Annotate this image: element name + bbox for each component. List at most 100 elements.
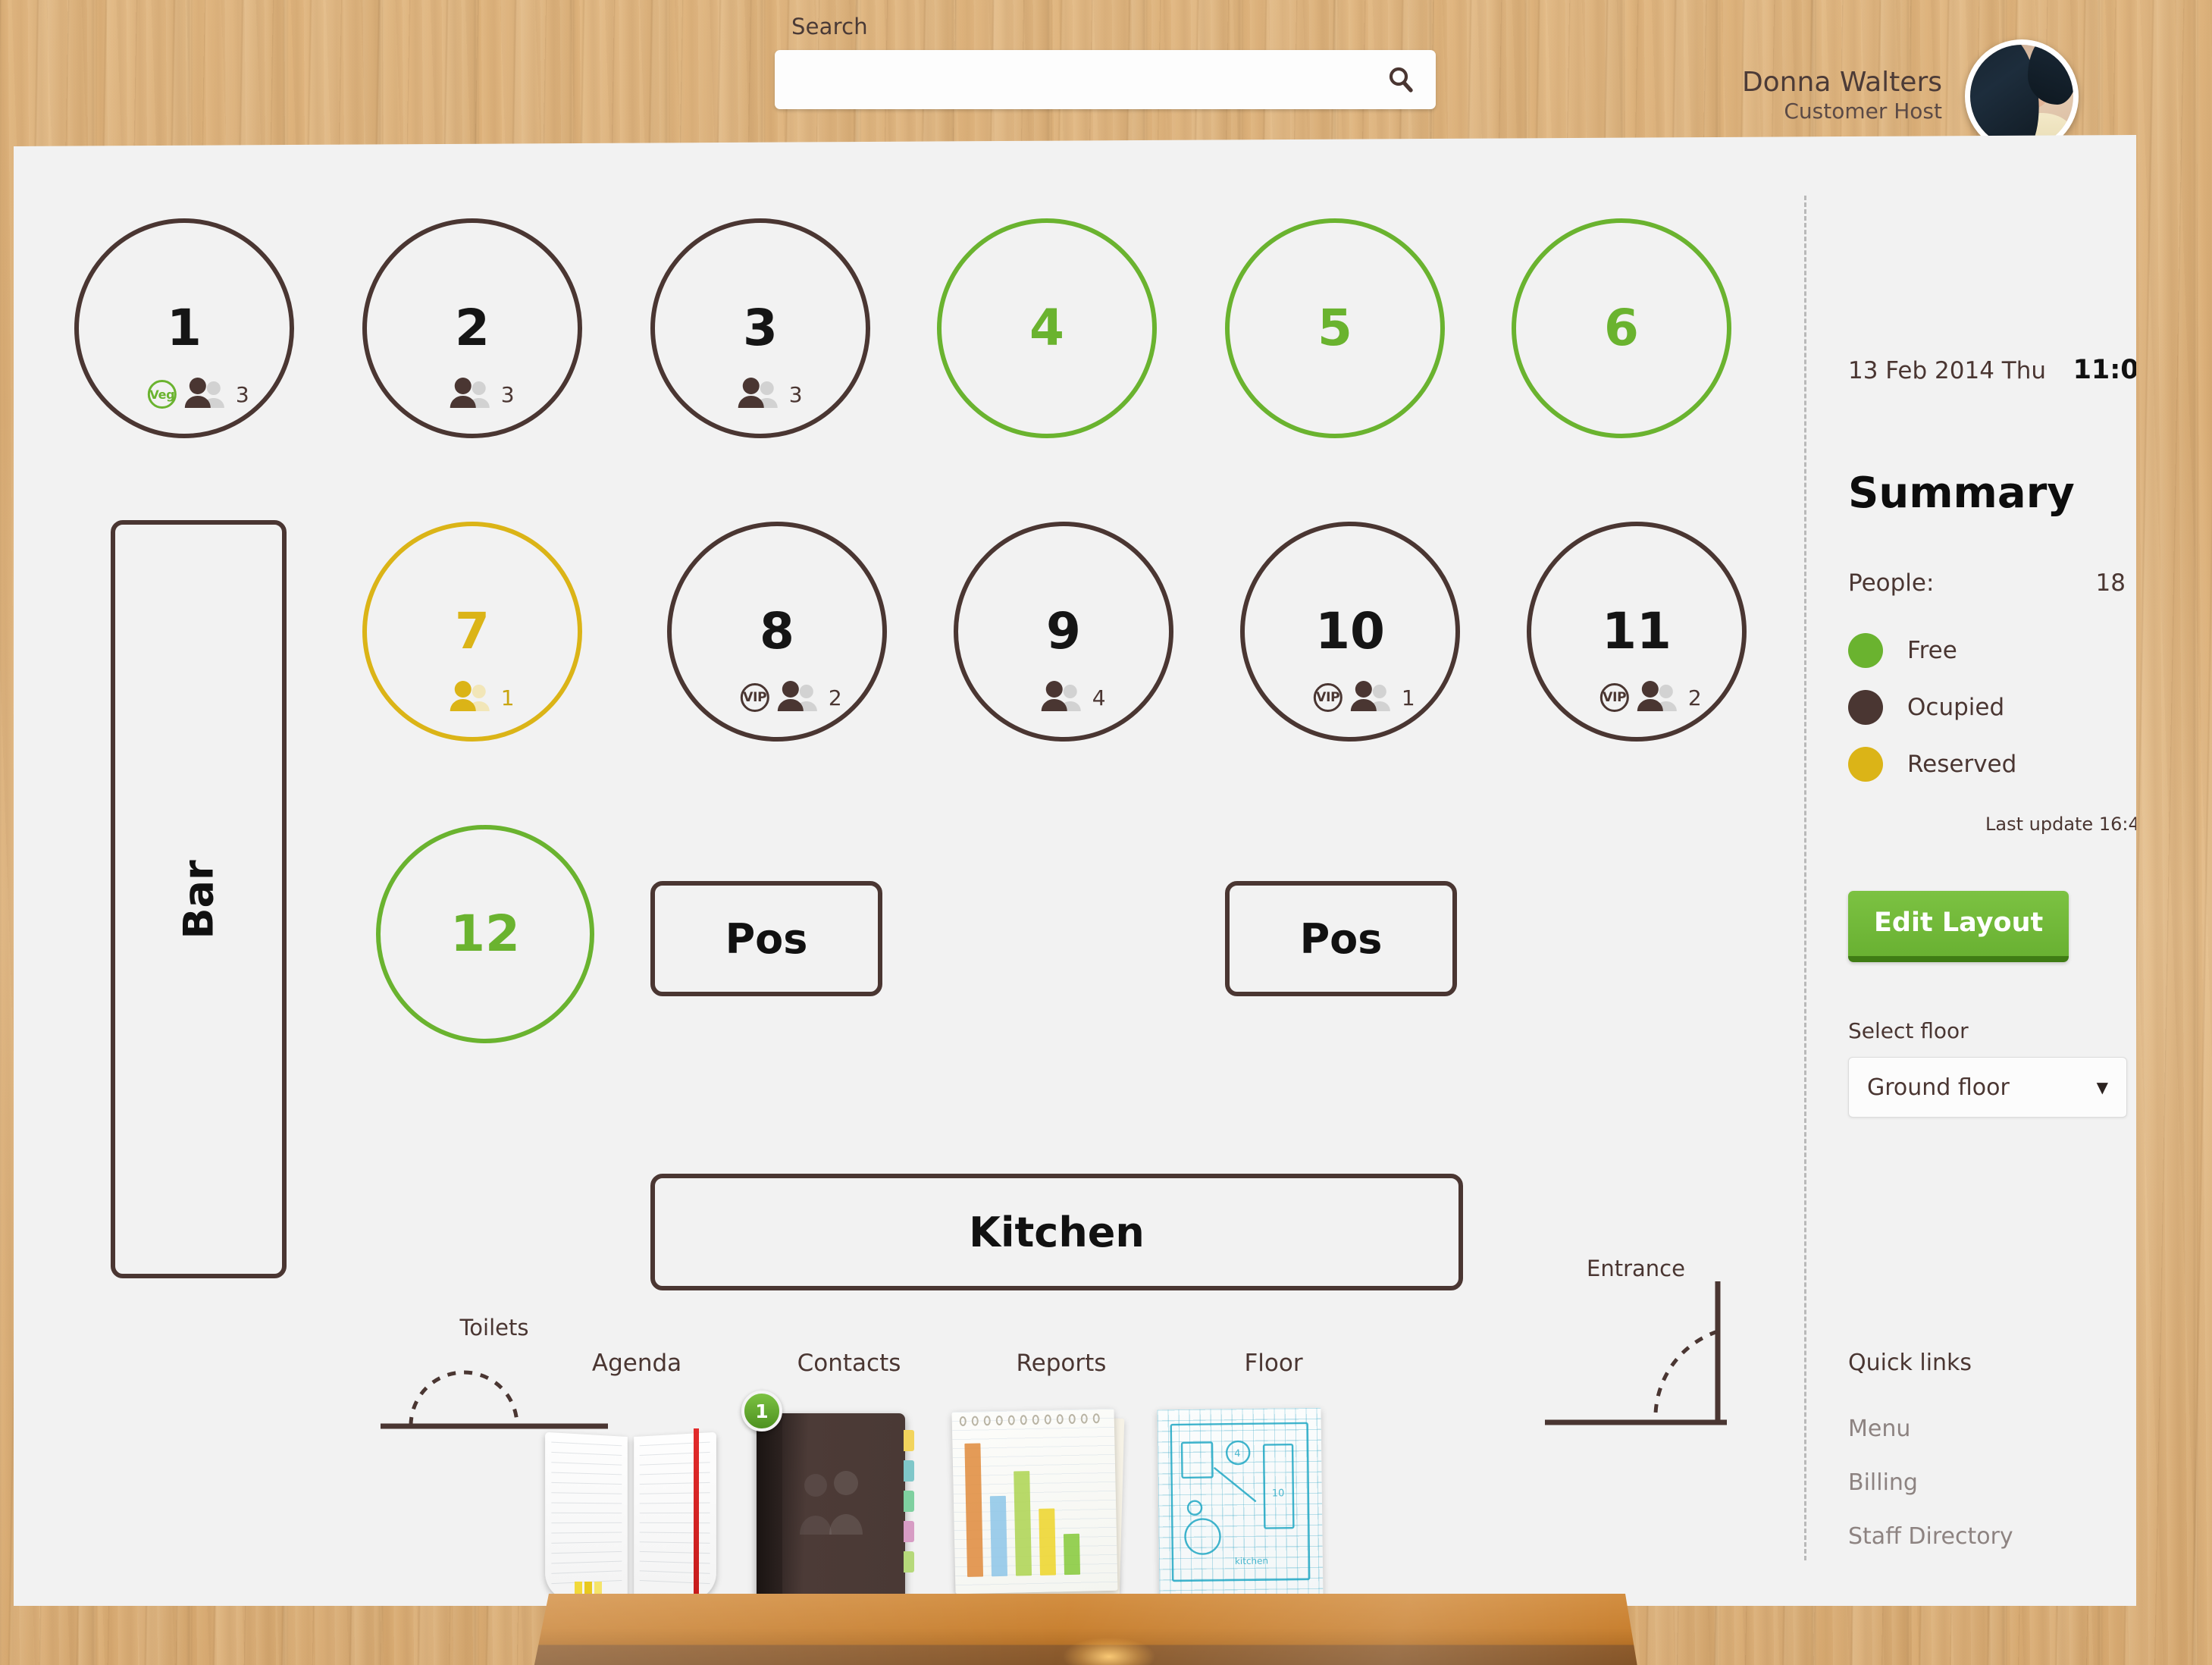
pos-right[interactable]: Pos	[1225, 881, 1457, 996]
table-occupancy: Veg 3	[147, 378, 249, 411]
table-occupancy: 3	[737, 378, 803, 411]
table-10[interactable]: 10 VIP 1	[1240, 522, 1460, 742]
dock-label-contacts: Contacts	[797, 1350, 901, 1377]
people-icon	[183, 378, 227, 411]
table-3[interactable]: 3 3	[650, 218, 870, 438]
quick-link-staff-directory[interactable]: Staff Directory	[1848, 1523, 2136, 1550]
dock-item-floor[interactable]: kitchen 4 10	[1157, 1407, 1324, 1601]
summary-sidebar: 13 Feb 2014 Thu 11:09 Summary People: 18…	[1848, 355, 2157, 1550]
floor-sketch-drawing: kitchen 4 10	[1170, 1422, 1311, 1582]
app-background: Search Donna Walters Customer Host 1 Veg…	[0, 0, 2212, 1665]
current-time: 11:09	[2073, 355, 2157, 385]
last-update: Last update 16:45	[1985, 814, 2151, 835]
legend-item-free: Free	[1848, 633, 2136, 668]
table-number: 12	[450, 905, 520, 963]
user-text: Donna Walters Customer Host	[1742, 67, 1942, 126]
pos-label: Pos	[1299, 914, 1383, 963]
search-area: Search	[775, 14, 1442, 109]
veg-badge: Veg	[147, 380, 177, 409]
search-label: Search	[791, 14, 868, 39]
legend-dot-free	[1848, 633, 1883, 668]
table-1[interactable]: 1 Veg 3	[74, 218, 294, 438]
edit-layout-button[interactable]: Edit Layout	[1848, 891, 2069, 962]
floor-select[interactable]: Ground floor ▼	[1848, 1057, 2127, 1118]
vip-badge: VIP	[1313, 683, 1343, 712]
legend-label: Ocupied	[1907, 694, 2005, 721]
pos-left[interactable]: Pos	[650, 881, 882, 996]
contacts-badge: 1	[741, 1391, 782, 1431]
legend-label: Reserved	[1907, 751, 2017, 778]
occupancy-count: 3	[788, 381, 803, 407]
table-5[interactable]: 5	[1225, 218, 1445, 438]
floor-select-value: Ground floor	[1867, 1074, 2010, 1101]
dock-item-agenda[interactable]	[545, 1428, 716, 1607]
legend-item-reserved: Reserved	[1848, 747, 2136, 782]
vip-badge: VIP	[740, 683, 769, 712]
dock-item-contacts[interactable]: 1	[741, 1391, 914, 1608]
chart-paper-icon	[951, 1408, 1118, 1594]
people-icon	[1040, 681, 1084, 714]
quick-link-menu[interactable]: Menu	[1848, 1416, 2136, 1442]
open-book-icon	[545, 1431, 628, 1603]
table-number: 1	[167, 299, 202, 357]
table-9[interactable]: 9 4	[954, 522, 1173, 742]
occupancy-count: 3	[235, 381, 249, 407]
dock: Agenda Contacts Reports Floor 1 kitchen …	[531, 1350, 1683, 1665]
pos-label: Pos	[725, 914, 808, 963]
table-occupancy: 1	[449, 681, 515, 714]
vip-badge: VIP	[1599, 683, 1629, 712]
kitchen-area[interactable]: Kitchen	[650, 1174, 1463, 1290]
chart-bars-icon	[964, 1438, 1081, 1577]
search-icon[interactable]	[1386, 64, 1416, 98]
svg-text:4: 4	[1234, 1448, 1240, 1460]
table-12[interactable]: 12	[376, 825, 594, 1043]
avatar-hair-right	[2028, 45, 2073, 105]
people-icon	[1349, 681, 1393, 714]
legend-dot-occupied	[1848, 690, 1883, 725]
bar-area[interactable]: Bar	[111, 520, 287, 1278]
occupancy-count: 2	[1687, 685, 1702, 710]
svg-text:10: 10	[1272, 1488, 1285, 1499]
entrance-label: Entrance	[1587, 1256, 1685, 1281]
toilets-label: Toilets	[459, 1315, 529, 1340]
table-8[interactable]: 8 VIP 2	[667, 522, 887, 742]
user-name: Donna Walters	[1741, 66, 1942, 98]
notebook-tabs-icon	[904, 1430, 914, 1572]
occupancy-count: 2	[828, 685, 842, 710]
user-role: Customer Host	[1784, 98, 1942, 124]
table-occupancy: 3	[449, 378, 515, 411]
shelf-highlight	[1064, 1638, 1155, 1665]
open-book-page-right	[634, 1431, 716, 1603]
table-6[interactable]: 6	[1512, 218, 1731, 438]
dock-item-reports[interactable]	[951, 1408, 1125, 1600]
dock-labels: Agenda Contacts Reports Floor	[531, 1350, 1683, 1377]
table-4[interactable]: 4	[937, 218, 1157, 438]
bar-label: Bar	[174, 859, 223, 939]
legend-item-occupied: Ocupied	[1848, 690, 2136, 725]
table-2[interactable]: 2 3	[362, 218, 582, 438]
dock-label-floor: Floor	[1244, 1350, 1303, 1377]
people-value: 18	[2095, 569, 2126, 597]
occupancy-count: 4	[1092, 685, 1106, 710]
table-7[interactable]: 7 1	[362, 522, 582, 742]
sidebar-divider	[1804, 196, 1806, 1560]
svg-text:kitchen: kitchen	[1235, 1556, 1268, 1567]
quick-links-title: Quick links	[1848, 1350, 1972, 1376]
notebook-spine	[757, 1413, 782, 1600]
dock-label-reports: Reports	[1016, 1350, 1107, 1377]
table-number: 10	[1315, 602, 1385, 660]
people-icon	[449, 378, 493, 411]
occupancy-count: 3	[500, 381, 515, 407]
floor-plan: 1 Veg 3 2 3 3 3 4 5 6 7 1 8 VIP 2 9 4 10…	[14, 135, 1780, 1500]
kitchen-label: Kitchen	[969, 1208, 1145, 1256]
current-date: 13 Feb 2014 Thu	[1848, 357, 2047, 384]
table-number: 3	[743, 299, 778, 357]
search-input[interactable]	[775, 50, 1436, 109]
summary-title: Summary	[1848, 469, 2075, 518]
search-box[interactable]	[775, 50, 1436, 109]
table-occupancy: VIP 2	[1599, 681, 1702, 714]
table-number: 4	[1029, 299, 1064, 357]
table-11[interactable]: 11 VIP 2	[1527, 522, 1747, 742]
quick-link-billing[interactable]: Billing	[1848, 1469, 2136, 1496]
table-number: 7	[455, 602, 490, 660]
